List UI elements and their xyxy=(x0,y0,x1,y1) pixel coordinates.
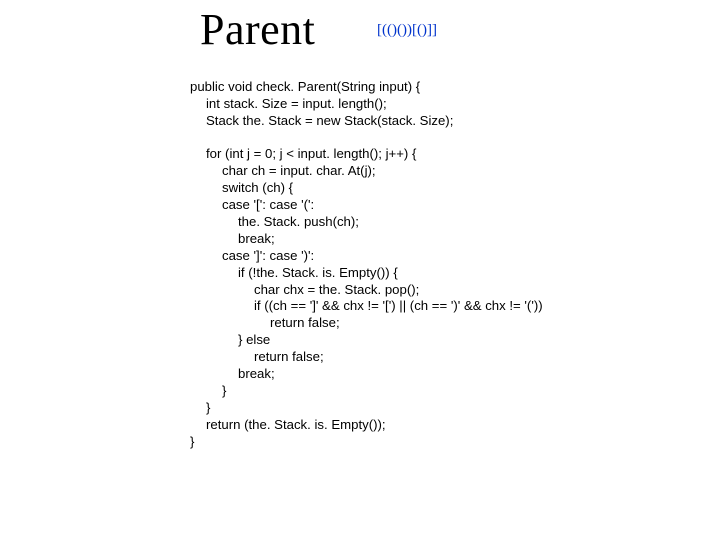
code-line: if (!the. Stack. is. Empty()) { xyxy=(190,265,398,282)
code-line: switch (ch) { xyxy=(190,180,293,197)
code-line: case '[': case '(': xyxy=(190,197,314,214)
code-line: } xyxy=(190,434,194,449)
code-block: public void check. Parent(String input) … xyxy=(190,62,543,467)
code-line: int stack. Size = input. length(); xyxy=(190,96,387,113)
code-line: case ']': case ')': xyxy=(190,248,314,265)
slide-title: Parent xyxy=(200,4,315,55)
code-line: } else xyxy=(190,332,270,349)
code-line: break; xyxy=(190,231,275,248)
code-line: the. Stack. push(ch); xyxy=(190,214,359,231)
code-line: return false; xyxy=(190,349,324,366)
code-line: } xyxy=(190,400,210,417)
bracket-example: [(()())[()]] xyxy=(377,22,437,39)
code-line: char ch = input. char. At(j); xyxy=(190,163,376,180)
code-line: for (int j = 0; j < input. length(); j++… xyxy=(190,146,416,163)
code-line: return false; xyxy=(190,315,340,332)
code-line: char chx = the. Stack. pop(); xyxy=(190,282,419,299)
slide: Parent [(()())[()]] public void check. P… xyxy=(0,0,720,540)
code-line: Stack the. Stack = new Stack(stack. Size… xyxy=(190,113,453,130)
code-line: break; xyxy=(190,366,275,383)
code-line: } xyxy=(190,383,226,400)
code-line: public void check. Parent(String input) … xyxy=(190,79,420,94)
code-line: return (the. Stack. is. Empty()); xyxy=(190,417,386,434)
code-line: if ((ch == ']' && chx != '[') || (ch == … xyxy=(190,298,543,315)
